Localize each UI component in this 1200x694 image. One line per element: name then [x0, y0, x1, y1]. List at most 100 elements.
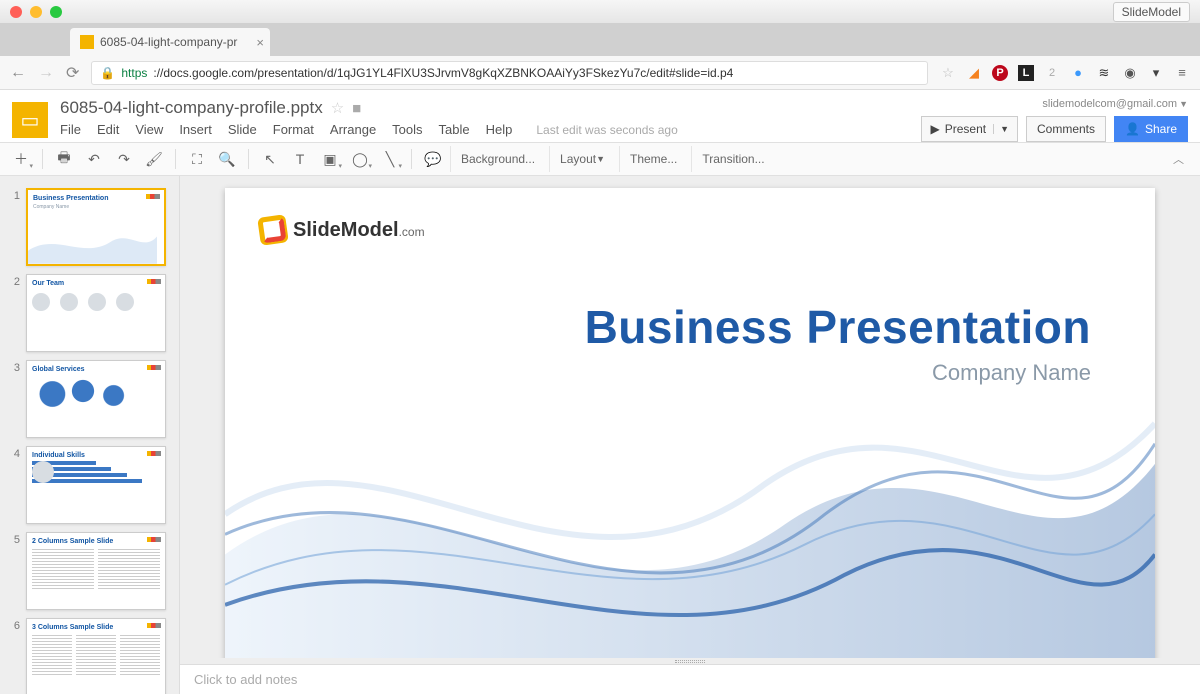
slidemodel-logo: SlideModel.com [259, 216, 425, 244]
paint-format-icon[interactable]: 🖌 [141, 146, 167, 172]
slide-canvas-area[interactable]: SlideModel.com Business Presentation Com… [180, 176, 1200, 658]
slide-subtitle-text[interactable]: Company Name [932, 360, 1091, 386]
move-folder-icon[interactable]: ■ [352, 100, 361, 117]
thumb-logo-icon [147, 279, 161, 284]
thumb-row[interactable]: 3Global Services [0, 356, 179, 442]
menu-help[interactable]: Help [486, 122, 513, 137]
redo-icon[interactable]: ↷ [111, 146, 137, 172]
thumb-title: Our Team [32, 280, 160, 287]
browser-tab[interactable]: 6085-04-light-company-pr × [70, 28, 270, 56]
account-email[interactable]: slidemodelcom@gmail.com▼ [1042, 98, 1188, 110]
thumb-title: Global Services [32, 366, 160, 373]
line-icon[interactable]: ╲ [377, 146, 403, 172]
thumb-title: 2 Columns Sample Slide [32, 538, 160, 545]
menu-view[interactable]: View [135, 122, 163, 137]
menu-arrange[interactable]: Arrange [330, 122, 376, 137]
ext-lastpass-icon[interactable]: ● [1070, 65, 1086, 81]
ext-analytics-icon[interactable]: ◢ [966, 65, 982, 81]
share-button[interactable]: 👤Share [1114, 116, 1188, 142]
nav-forward-icon[interactable]: → [38, 64, 54, 82]
layout-button[interactable]: Layout ▼ [549, 146, 615, 172]
tab-favicon-icon [80, 35, 94, 49]
slidemodel-brand-text: SlideModel [293, 219, 399, 241]
slidemodel-brand-suffix: .com [399, 225, 425, 239]
image-icon[interactable]: ▣ [317, 146, 343, 172]
menu-format[interactable]: Format [273, 122, 314, 137]
ext-l-icon[interactable]: L [1018, 65, 1034, 81]
slide-thumbnail[interactable]: Our Team [26, 274, 166, 352]
comments-button[interactable]: Comments [1026, 116, 1106, 142]
slide[interactable]: SlideModel.com Business Presentation Com… [225, 188, 1155, 658]
slide-thumbnail[interactable]: Business PresentationCompany Name [26, 188, 166, 266]
tab-close-icon[interactable]: × [256, 35, 264, 50]
play-icon: ▶ [930, 122, 939, 136]
thumb-logo-icon [147, 537, 161, 542]
collapse-toolbar-icon[interactable]: ︿ [1173, 151, 1192, 167]
browser-tabstrip: 6085-04-light-company-pr × [0, 24, 1200, 56]
print-icon[interactable]: 🖶 [51, 146, 77, 172]
textbox-icon[interactable]: T [287, 146, 313, 172]
thumb-logo-icon [147, 451, 161, 456]
address-bar[interactable]: 🔒 https://docs.google.com/presentation/d… [91, 61, 928, 85]
background-button[interactable]: Background... [450, 146, 545, 172]
mac-titlebar: SlideModel [0, 0, 1200, 24]
slide-wave-graphic [225, 343, 1155, 658]
menu-insert[interactable]: Insert [179, 122, 212, 137]
menu-file[interactable]: File [60, 122, 81, 137]
workspace: 1Business PresentationCompany Name 2 Our T… [0, 176, 1200, 694]
slides-app-icon[interactable]: ▭ [12, 102, 48, 138]
new-slide-button[interactable]: ＋ [8, 146, 34, 172]
thumb-title: 3 Columns Sample Slide [32, 624, 160, 631]
ext-pinterest-icon[interactable]: P [992, 65, 1008, 81]
star-doc-icon[interactable]: ☆ [331, 99, 344, 117]
slide-thumbnail[interactable]: 2 Columns Sample Slide [26, 532, 166, 610]
thumb-row[interactable]: 6 3 Columns Sample Slide [0, 614, 179, 694]
present-dropdown-icon[interactable]: ▼ [993, 124, 1009, 134]
mac-minimize-button[interactable] [30, 6, 42, 18]
menu-edit[interactable]: Edit [97, 122, 119, 137]
ext-counter-icon[interactable]: 2 [1044, 65, 1060, 81]
ext-ghostery-icon[interactable]: ◉ [1122, 65, 1138, 81]
nav-reload-icon[interactable]: ⟳ [66, 63, 79, 83]
comment-insert-icon[interactable]: 💬 [420, 146, 446, 172]
transition-button[interactable]: Transition... [691, 146, 774, 172]
shape-icon[interactable]: ◯ [347, 146, 373, 172]
thumb-number: 6 [8, 618, 20, 632]
menu-tools[interactable]: Tools [392, 122, 422, 137]
slide-thumbnail[interactable]: 3 Columns Sample Slide [26, 618, 166, 694]
nav-back-icon[interactable]: ← [10, 64, 26, 82]
theme-button[interactable]: Theme... [619, 146, 687, 172]
browser-toolbar: ← → ⟳ 🔒 https://docs.google.com/presenta… [0, 56, 1200, 90]
thumb-title: Business Presentation [33, 195, 159, 202]
ext-buffer-icon[interactable]: ≋ [1096, 65, 1112, 81]
zoom-fit-icon[interactable]: ⛶ [184, 146, 210, 172]
thumb-row[interactable]: 1Business PresentationCompany Name [0, 184, 179, 270]
undo-icon[interactable]: ↶ [81, 146, 107, 172]
mac-close-button[interactable] [10, 6, 22, 18]
slide-title-text[interactable]: Business Presentation [585, 300, 1091, 354]
thumb-row[interactable]: 4Individual Skills [0, 442, 179, 528]
slide-thumbnail[interactable]: Individual Skills [26, 446, 166, 524]
bookmark-star-icon[interactable]: ☆ [940, 65, 956, 81]
thumb-logo-icon [147, 623, 161, 628]
menu-table[interactable]: Table [439, 122, 470, 137]
speaker-notes[interactable]: Click to add notes [180, 664, 1200, 694]
menu-slide[interactable]: Slide [228, 122, 257, 137]
thumb-row[interactable]: 52 Columns Sample Slide [0, 528, 179, 614]
present-button[interactable]: ▶Present▼ [921, 116, 1018, 142]
select-tool-icon[interactable]: ↖ [257, 146, 283, 172]
slidemodel-mark-icon [259, 216, 287, 244]
thumb-row[interactable]: 2 Our Team [0, 270, 179, 356]
menu-bar: File Edit View Insert Slide Format Arran… [60, 122, 909, 137]
url-scheme: https [121, 66, 147, 80]
chrome-menu-icon[interactable]: ≡ [1174, 65, 1190, 81]
mac-maximize-button[interactable] [50, 6, 62, 18]
slide-thumbnails-panel[interactable]: 1Business PresentationCompany Name 2 Our T… [0, 176, 180, 694]
doc-title[interactable]: 6085-04-light-company-profile.pptx [60, 98, 323, 118]
ext-pocket-icon[interactable]: ▾ [1148, 65, 1164, 81]
zoom-icon[interactable]: 🔍 [214, 146, 240, 172]
thumb-number: 2 [8, 274, 20, 288]
last-edit-label: Last edit was seconds ago [536, 123, 677, 137]
slide-thumbnail[interactable]: Global Services [26, 360, 166, 438]
lock-icon: 🔒 [100, 66, 115, 80]
